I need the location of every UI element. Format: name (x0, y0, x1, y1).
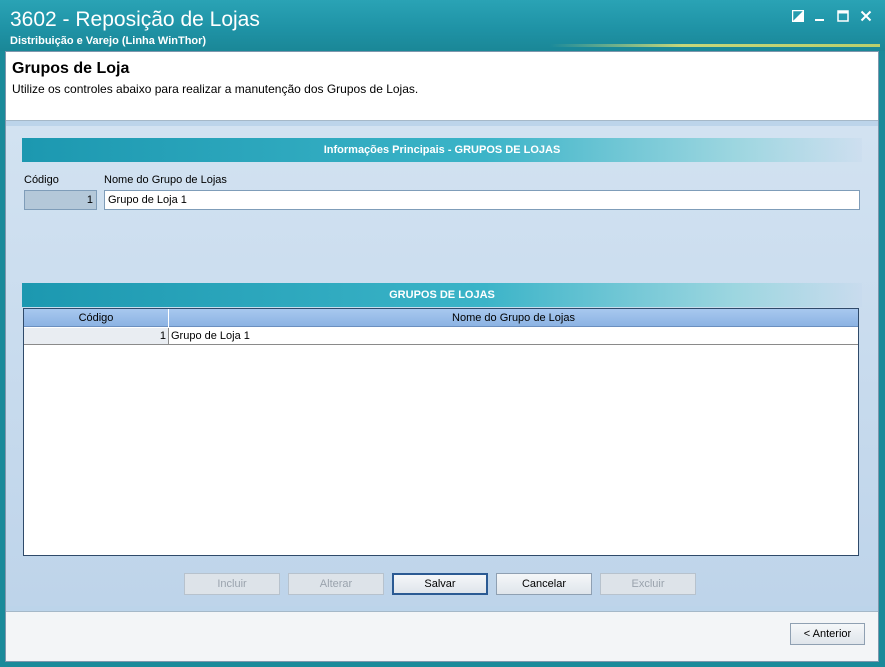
footer-bar: < Anterior (6, 611, 878, 661)
minimize-icon[interactable] (811, 8, 829, 26)
maximize-icon[interactable] (834, 8, 852, 26)
grid-column-name[interactable]: Nome do Grupo de Lojas (169, 309, 858, 327)
content-area: Informações Principais - GRUPOS DE LOJAS… (6, 126, 878, 606)
group-name-field[interactable] (104, 190, 860, 210)
row-name-cell[interactable]: Grupo de Loja 1 (169, 328, 858, 344)
page-title: Grupos de Loja (12, 60, 130, 77)
alter-button[interactable]: Alterar (288, 573, 384, 595)
code-label: Código (24, 174, 59, 186)
include-button[interactable]: Incluir (184, 573, 280, 595)
delete-button[interactable]: Excluir (600, 573, 696, 595)
code-field[interactable] (24, 190, 97, 210)
grid-header: Código Nome do Grupo de Lojas (24, 309, 858, 327)
groups-grid[interactable]: Código Nome do Grupo de Lojas 1 Grupo de… (23, 308, 859, 556)
close-icon[interactable] (857, 8, 875, 26)
window-title: 3602 - Reposição de Lojas (10, 8, 260, 31)
page-description: Utilize os controles abaixo para realiza… (12, 82, 419, 96)
cancel-button[interactable]: Cancelar (496, 573, 592, 595)
group-name-label: Nome do Grupo de Lojas (104, 174, 227, 186)
restore-down-icon[interactable] (789, 8, 807, 26)
app-window: 3602 - Reposição de Lojas Distribuição e… (0, 0, 885, 667)
title-bar[interactable]: 3602 - Reposição de Lojas Distribuição e… (0, 0, 885, 51)
save-button[interactable]: Salvar (392, 573, 488, 595)
table-row[interactable]: 1 Grupo de Loja 1 (24, 328, 858, 345)
groups-grid-section-header: GRUPOS DE LOJAS (22, 283, 862, 307)
title-decoration (550, 44, 880, 47)
row-code-cell[interactable]: 1 (24, 328, 169, 344)
grid-column-code[interactable]: Código (24, 309, 169, 327)
previous-button[interactable]: < Anterior (790, 623, 865, 645)
client-area: Grupos de Loja Utilize os controles abai… (5, 51, 879, 662)
main-info-section-header: Informações Principais - GRUPOS DE LOJAS (22, 138, 862, 162)
window-subtitle: Distribuição e Varejo (Linha WinThor) (10, 35, 207, 47)
header-panel: Grupos de Loja Utilize os controles abai… (6, 52, 878, 121)
